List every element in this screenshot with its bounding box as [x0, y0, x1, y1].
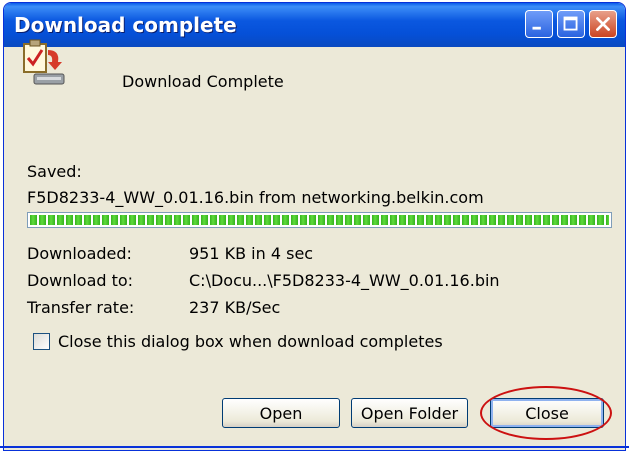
- close-window-button[interactable]: [589, 10, 617, 38]
- maximize-icon: [563, 16, 578, 31]
- title-bar[interactable]: Download complete: [4, 3, 625, 47]
- close-icon: [596, 17, 610, 31]
- close-when-complete-checkbox[interactable]: [33, 333, 50, 350]
- saved-label: Saved:: [27, 162, 82, 181]
- downloaded-label: Downloaded:: [27, 244, 132, 263]
- progress-fill: [30, 215, 609, 225]
- close-when-complete-label[interactable]: Close this dialog box when download comp…: [58, 332, 443, 351]
- window-bottom-edge: [0, 446, 629, 448]
- open-folder-button[interactable]: Open Folder: [351, 398, 468, 428]
- download-to-value: C:\Docu...\F5D8233-4_WW_0.01.16.bin: [189, 271, 500, 290]
- minimize-icon: [532, 26, 541, 30]
- downloaded-value: 951 KB in 4 sec: [189, 244, 314, 263]
- saved-file-line: F5D8233-4_WW_0.01.16.bin from networking…: [27, 188, 484, 207]
- minimize-button[interactable]: [525, 10, 553, 38]
- highlight-circle: [480, 386, 612, 440]
- transfer-rate-value: 237 KB/Sec: [189, 298, 281, 317]
- download-progress-bar: [27, 212, 612, 228]
- window-title: Download complete: [14, 13, 237, 37]
- download-complete-label: Download Complete: [122, 72, 284, 91]
- download-complete-icon: [23, 39, 65, 85]
- maximize-button[interactable]: [557, 10, 585, 38]
- download-to-label: Download to:: [27, 271, 134, 290]
- open-button[interactable]: Open: [222, 398, 340, 428]
- transfer-rate-label: Transfer rate:: [27, 298, 135, 317]
